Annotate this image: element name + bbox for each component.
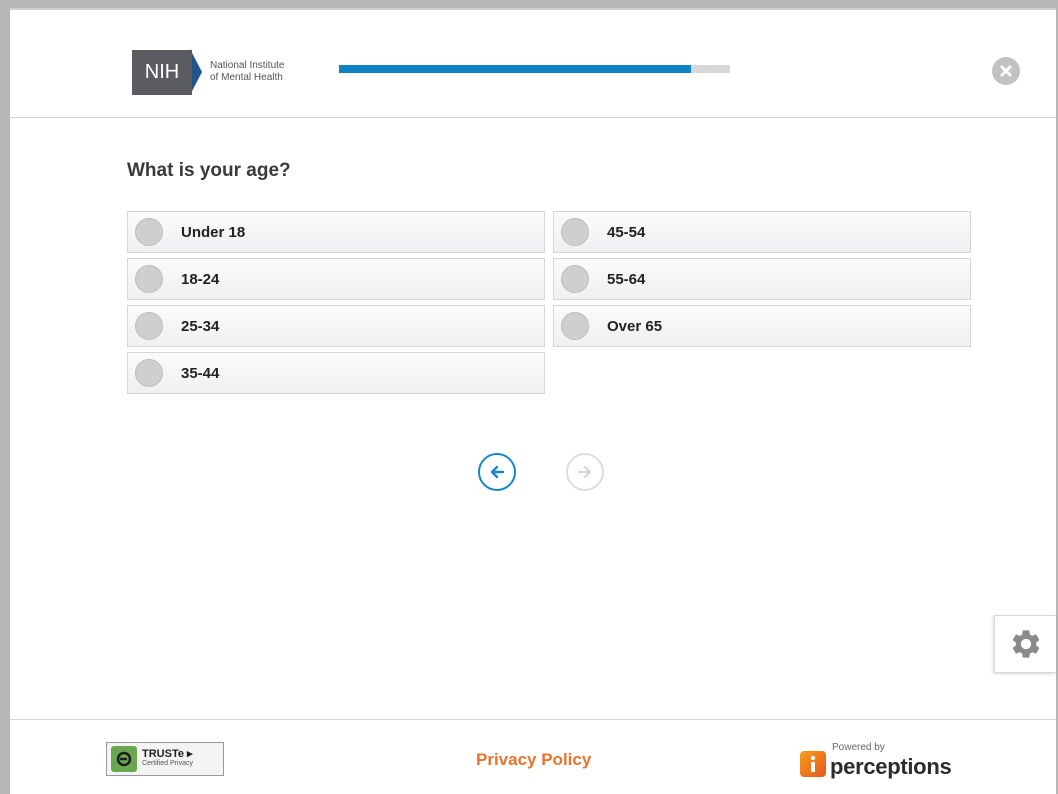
answer-option-label: 55-64 [607, 270, 646, 288]
powered-by-label: Powered by [832, 742, 885, 753]
close-icon [1000, 65, 1012, 77]
answer-option-label: Over 65 [607, 317, 663, 335]
truste-subtitle: Certified Privacy [142, 760, 193, 767]
answer-option[interactable]: 25-34 [127, 305, 545, 347]
truste-logo-icon [111, 746, 137, 772]
answer-option[interactable]: Under 18 [127, 211, 545, 253]
nih-logo-line1: National Institute [210, 60, 285, 71]
answer-option[interactable]: Over 65 [553, 305, 971, 347]
nih-logo-line2: of Mental Health [210, 72, 283, 83]
back-button[interactable] [478, 453, 516, 491]
nih-logo: NIH National Institute of Mental Health [132, 49, 285, 95]
radio-button[interactable] [135, 265, 163, 293]
nih-logo-mark: NIH [132, 49, 192, 95]
nih-abbrev: NIH [144, 60, 180, 83]
answer-option-label: 18-24 [181, 270, 220, 288]
answer-options: Under 18 18-24 25-34 35-44 45-54 55-64 Over 65 [127, 211, 971, 397]
close-button[interactable] [992, 57, 1020, 85]
gear-icon [1012, 630, 1039, 658]
truste-name: TRUSTe ▸ [142, 748, 193, 760]
arrow-left-icon [490, 465, 505, 479]
radio-button[interactable] [135, 359, 163, 387]
radio-button[interactable] [135, 312, 163, 340]
answer-option[interactable]: 18-24 [127, 258, 545, 300]
next-button[interactable] [566, 453, 604, 491]
answer-option[interactable]: 45-54 [553, 211, 971, 253]
answer-option-label: 35-44 [181, 364, 220, 382]
question-text: What is your age? [127, 160, 291, 181]
progress-bar [339, 65, 730, 73]
radio-button[interactable] [561, 265, 589, 293]
arrow-right-icon [578, 466, 591, 478]
answer-option[interactable]: 35-44 [127, 352, 545, 394]
answer-option[interactable]: 55-64 [553, 258, 971, 300]
answer-option-label: 25-34 [181, 317, 220, 335]
answer-option-label: 45-54 [607, 223, 646, 241]
answer-option-label: Under 18 [181, 223, 246, 241]
nih-logo-text: National Institute of Mental Health [210, 60, 285, 84]
perceptions-brand: perceptions [830, 754, 952, 779]
perceptions-logo-icon [800, 751, 826, 777]
powered-by-perceptions[interactable]: Powered by perceptions [800, 740, 952, 780]
radio-button[interactable] [135, 218, 163, 246]
survey-header: NIH National Institute of Mental Health [10, 10, 1056, 118]
radio-button[interactable] [561, 218, 589, 246]
survey-footer: TRUSTe ▸ Certified Privacy Privacy Polic… [10, 719, 1056, 794]
settings-button[interactable] [994, 615, 1056, 673]
truste-seal[interactable]: TRUSTe ▸ Certified Privacy [106, 742, 224, 776]
progress-bar-fill [339, 65, 691, 73]
privacy-policy-link[interactable]: Privacy Policy [476, 750, 591, 770]
survey-modal: NIH National Institute of Mental Health … [10, 8, 1056, 794]
radio-button[interactable] [561, 312, 589, 340]
